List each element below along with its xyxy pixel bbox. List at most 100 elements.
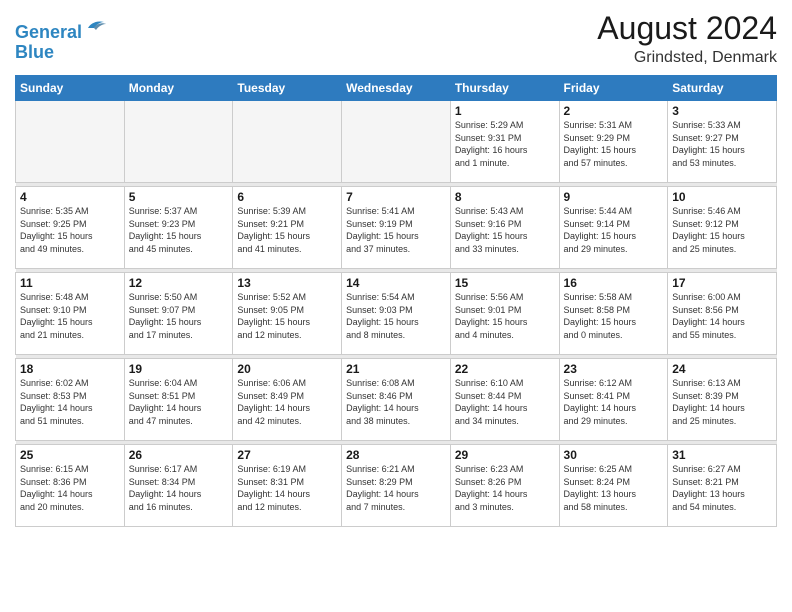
day-cell: 10Sunrise: 5:46 AM Sunset: 9:12 PM Dayli…	[668, 187, 777, 269]
day-cell: 12Sunrise: 5:50 AM Sunset: 9:07 PM Dayli…	[124, 273, 233, 355]
day-cell: 28Sunrise: 6:21 AM Sunset: 8:29 PM Dayli…	[342, 445, 451, 527]
day-info: Sunrise: 6:08 AM Sunset: 8:46 PM Dayligh…	[346, 377, 446, 427]
day-info: Sunrise: 6:06 AM Sunset: 8:49 PM Dayligh…	[237, 377, 337, 427]
day-info: Sunrise: 6:25 AM Sunset: 8:24 PM Dayligh…	[564, 463, 664, 513]
day-info: Sunrise: 5:31 AM Sunset: 9:29 PM Dayligh…	[564, 119, 664, 169]
day-cell: 22Sunrise: 6:10 AM Sunset: 8:44 PM Dayli…	[450, 359, 559, 441]
day-info: Sunrise: 6:17 AM Sunset: 8:34 PM Dayligh…	[129, 463, 229, 513]
day-number: 1	[455, 104, 555, 118]
location: Grindsted, Denmark	[597, 49, 777, 67]
th-saturday: Saturday	[668, 76, 777, 101]
day-info: Sunrise: 6:27 AM Sunset: 8:21 PM Dayligh…	[672, 463, 772, 513]
day-info: Sunrise: 5:52 AM Sunset: 9:05 PM Dayligh…	[237, 291, 337, 341]
day-info: Sunrise: 5:37 AM Sunset: 9:23 PM Dayligh…	[129, 205, 229, 255]
day-cell: 3Sunrise: 5:33 AM Sunset: 9:27 PM Daylig…	[668, 101, 777, 183]
day-number: 19	[129, 362, 229, 376]
day-info: Sunrise: 5:58 AM Sunset: 8:58 PM Dayligh…	[564, 291, 664, 341]
day-cell: 7Sunrise: 5:41 AM Sunset: 9:19 PM Daylig…	[342, 187, 451, 269]
day-info: Sunrise: 6:10 AM Sunset: 8:44 PM Dayligh…	[455, 377, 555, 427]
week-row-1: 1Sunrise: 5:29 AM Sunset: 9:31 PM Daylig…	[16, 101, 777, 183]
day-cell: 11Sunrise: 5:48 AM Sunset: 9:10 PM Dayli…	[16, 273, 125, 355]
day-number: 16	[564, 276, 664, 290]
day-cell: 29Sunrise: 6:23 AM Sunset: 8:26 PM Dayli…	[450, 445, 559, 527]
day-number: 14	[346, 276, 446, 290]
week-row-5: 25Sunrise: 6:15 AM Sunset: 8:36 PM Dayli…	[16, 445, 777, 527]
day-number: 25	[20, 448, 120, 462]
header: General Blue August 2024 Grindsted, Denm…	[15, 10, 777, 67]
day-cell: 5Sunrise: 5:37 AM Sunset: 9:23 PM Daylig…	[124, 187, 233, 269]
day-cell: 13Sunrise: 5:52 AM Sunset: 9:05 PM Dayli…	[233, 273, 342, 355]
day-cell: 8Sunrise: 5:43 AM Sunset: 9:16 PM Daylig…	[450, 187, 559, 269]
th-sunday: Sunday	[16, 76, 125, 101]
day-cell	[342, 101, 451, 183]
main-title: August 2024	[597, 10, 777, 47]
day-cell	[16, 101, 125, 183]
day-info: Sunrise: 5:29 AM Sunset: 9:31 PM Dayligh…	[455, 119, 555, 169]
day-cell: 24Sunrise: 6:13 AM Sunset: 8:39 PM Dayli…	[668, 359, 777, 441]
calendar: Sunday Monday Tuesday Wednesday Thursday…	[15, 75, 777, 527]
day-number: 6	[237, 190, 337, 204]
day-number: 21	[346, 362, 446, 376]
day-cell: 27Sunrise: 6:19 AM Sunset: 8:31 PM Dayli…	[233, 445, 342, 527]
day-info: Sunrise: 6:04 AM Sunset: 8:51 PM Dayligh…	[129, 377, 229, 427]
logo-bird-icon	[84, 14, 108, 38]
day-cell: 21Sunrise: 6:08 AM Sunset: 8:46 PM Dayli…	[342, 359, 451, 441]
day-number: 30	[564, 448, 664, 462]
day-number: 28	[346, 448, 446, 462]
day-number: 13	[237, 276, 337, 290]
day-number: 29	[455, 448, 555, 462]
day-info: Sunrise: 6:12 AM Sunset: 8:41 PM Dayligh…	[564, 377, 664, 427]
day-info: Sunrise: 5:43 AM Sunset: 9:16 PM Dayligh…	[455, 205, 555, 255]
day-cell: 26Sunrise: 6:17 AM Sunset: 8:34 PM Dayli…	[124, 445, 233, 527]
day-info: Sunrise: 6:13 AM Sunset: 8:39 PM Dayligh…	[672, 377, 772, 427]
day-cell: 16Sunrise: 5:58 AM Sunset: 8:58 PM Dayli…	[559, 273, 668, 355]
day-number: 10	[672, 190, 772, 204]
day-number: 2	[564, 104, 664, 118]
th-tuesday: Tuesday	[233, 76, 342, 101]
day-info: Sunrise: 5:44 AM Sunset: 9:14 PM Dayligh…	[564, 205, 664, 255]
day-cell: 23Sunrise: 6:12 AM Sunset: 8:41 PM Dayli…	[559, 359, 668, 441]
day-info: Sunrise: 5:39 AM Sunset: 9:21 PM Dayligh…	[237, 205, 337, 255]
title-block: August 2024 Grindsted, Denmark	[597, 10, 777, 67]
day-info: Sunrise: 5:41 AM Sunset: 9:19 PM Dayligh…	[346, 205, 446, 255]
day-number: 15	[455, 276, 555, 290]
th-wednesday: Wednesday	[342, 76, 451, 101]
day-info: Sunrise: 5:46 AM Sunset: 9:12 PM Dayligh…	[672, 205, 772, 255]
day-cell: 17Sunrise: 6:00 AM Sunset: 8:56 PM Dayli…	[668, 273, 777, 355]
week-row-3: 11Sunrise: 5:48 AM Sunset: 9:10 PM Dayli…	[16, 273, 777, 355]
day-cell: 4Sunrise: 5:35 AM Sunset: 9:25 PM Daylig…	[16, 187, 125, 269]
day-cell: 1Sunrise: 5:29 AM Sunset: 9:31 PM Daylig…	[450, 101, 559, 183]
day-number: 26	[129, 448, 229, 462]
day-cell: 30Sunrise: 6:25 AM Sunset: 8:24 PM Dayli…	[559, 445, 668, 527]
logo: General Blue	[15, 14, 108, 63]
day-info: Sunrise: 6:19 AM Sunset: 8:31 PM Dayligh…	[237, 463, 337, 513]
day-number: 20	[237, 362, 337, 376]
day-cell: 31Sunrise: 6:27 AM Sunset: 8:21 PM Dayli…	[668, 445, 777, 527]
day-info: Sunrise: 6:00 AM Sunset: 8:56 PM Dayligh…	[672, 291, 772, 341]
day-info: Sunrise: 5:48 AM Sunset: 9:10 PM Dayligh…	[20, 291, 120, 341]
day-cell: 9Sunrise: 5:44 AM Sunset: 9:14 PM Daylig…	[559, 187, 668, 269]
day-number: 18	[20, 362, 120, 376]
day-cell: 14Sunrise: 5:54 AM Sunset: 9:03 PM Dayli…	[342, 273, 451, 355]
day-number: 23	[564, 362, 664, 376]
day-info: Sunrise: 6:02 AM Sunset: 8:53 PM Dayligh…	[20, 377, 120, 427]
day-number: 4	[20, 190, 120, 204]
logo-text: General	[15, 14, 108, 43]
day-cell: 20Sunrise: 6:06 AM Sunset: 8:49 PM Dayli…	[233, 359, 342, 441]
day-cell: 19Sunrise: 6:04 AM Sunset: 8:51 PM Dayli…	[124, 359, 233, 441]
day-info: Sunrise: 5:50 AM Sunset: 9:07 PM Dayligh…	[129, 291, 229, 341]
day-info: Sunrise: 5:35 AM Sunset: 9:25 PM Dayligh…	[20, 205, 120, 255]
day-number: 22	[455, 362, 555, 376]
logo-blue: Blue	[15, 43, 108, 63]
day-number: 31	[672, 448, 772, 462]
day-number: 9	[564, 190, 664, 204]
day-number: 3	[672, 104, 772, 118]
day-cell	[124, 101, 233, 183]
th-friday: Friday	[559, 76, 668, 101]
day-info: Sunrise: 6:23 AM Sunset: 8:26 PM Dayligh…	[455, 463, 555, 513]
day-number: 17	[672, 276, 772, 290]
day-cell: 2Sunrise: 5:31 AM Sunset: 9:29 PM Daylig…	[559, 101, 668, 183]
day-info: Sunrise: 5:56 AM Sunset: 9:01 PM Dayligh…	[455, 291, 555, 341]
day-cell	[233, 101, 342, 183]
th-thursday: Thursday	[450, 76, 559, 101]
